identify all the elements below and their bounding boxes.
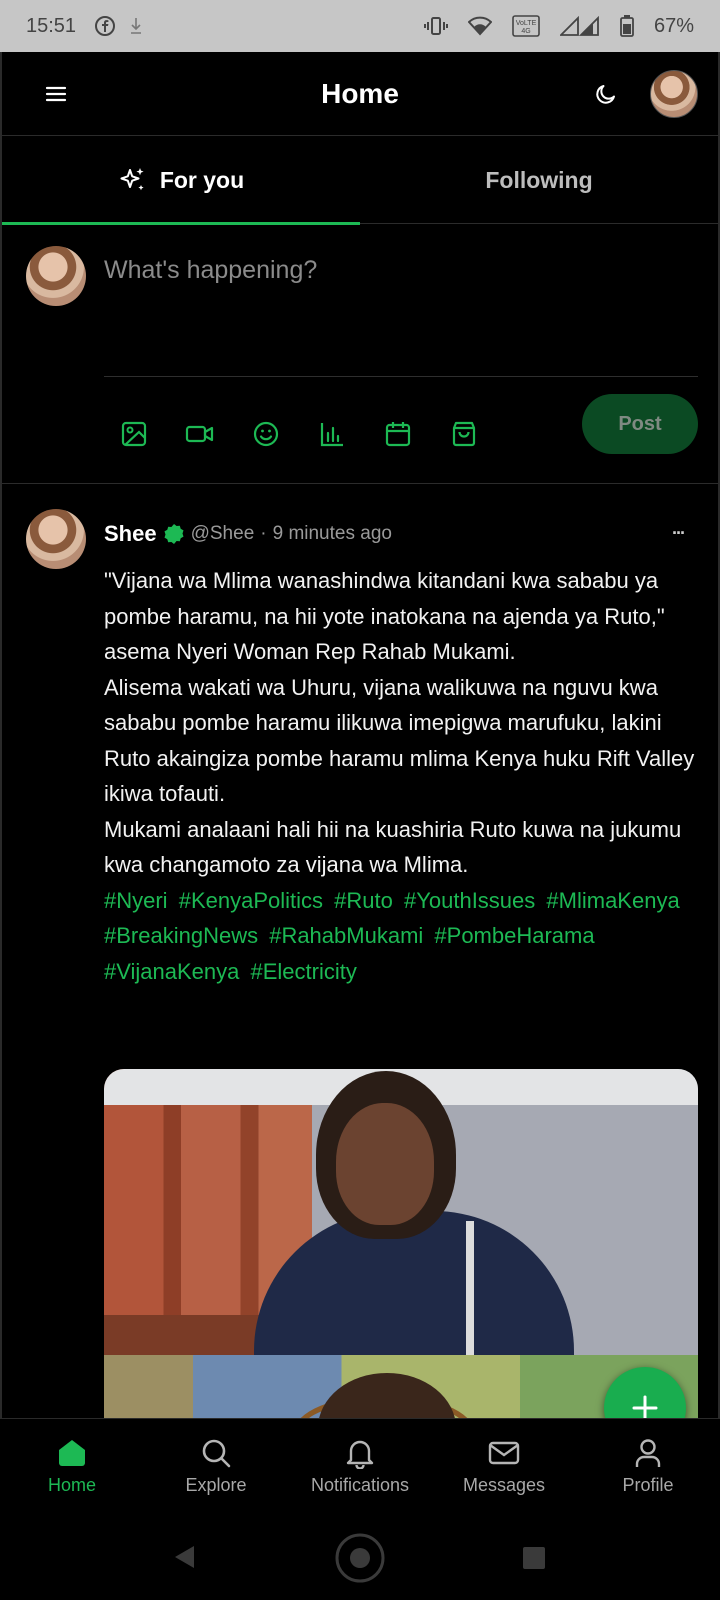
- more-icon: ···: [672, 522, 686, 543]
- hashtag-link[interactable]: #VijanaKenya: [104, 959, 239, 984]
- home-icon: [56, 1435, 88, 1471]
- poll-icon: [320, 423, 343, 447]
- video-button[interactable]: [180, 414, 220, 454]
- post-paragraph: Alisema wakati wa Uhuru, vijana walikuwa…: [104, 674, 695, 807]
- system-recents-button[interactable]: [522, 1546, 546, 1570]
- hashtag-link[interactable]: #KenyaPolitics: [179, 888, 323, 913]
- nav-home-label: Home: [47, 1475, 96, 1495]
- hashtag-link[interactable]: #RahabMukami: [269, 923, 423, 948]
- mail-icon: [487, 1435, 521, 1471]
- hashtag-link[interactable]: #Ruto: [334, 888, 393, 913]
- search-icon: [200, 1435, 232, 1471]
- vibrate-icon: [423, 16, 448, 36]
- theme-toggle-button[interactable]: [590, 78, 622, 110]
- post-composer: Post: [2, 224, 718, 484]
- image-icon: [121, 421, 147, 447]
- post-media[interactable]: [104, 1069, 698, 1418]
- post-meta-separator: ·: [260, 523, 267, 544]
- system-home-button[interactable]: [334, 1532, 386, 1584]
- video-icon: [185, 425, 214, 443]
- wifi-icon: [467, 16, 492, 36]
- nav-messages[interactable]: Messages: [432, 1419, 576, 1516]
- recents-square-icon: [523, 1547, 545, 1569]
- hashtag-link[interactable]: #PombeHarama: [434, 923, 594, 948]
- hashtag-link[interactable]: #YouthIssues: [404, 888, 535, 913]
- svg-text:VoLTE: VoLTE: [516, 20, 537, 27]
- tab-following[interactable]: Following: [360, 136, 718, 224]
- nav-explore[interactable]: Explore: [144, 1419, 288, 1516]
- poll-button[interactable]: [312, 414, 352, 454]
- top-header: Home: [2, 52, 718, 136]
- battery-icon: [620, 15, 634, 37]
- post-photo-woman[interactable]: [104, 1069, 698, 1371]
- emoji-button[interactable]: [246, 414, 286, 454]
- nav-profile-label: Profile: [622, 1475, 674, 1495]
- nav-messages-label: Messages: [462, 1475, 546, 1495]
- hashtag-link[interactable]: #MlimaKenya: [546, 888, 679, 913]
- download-icon: [128, 15, 144, 37]
- status-bar: 15:51 VoLTE 4G 67%: [0, 0, 720, 52]
- nav-profile[interactable]: Profile: [576, 1419, 720, 1516]
- system-back-button[interactable]: [172, 1544, 196, 1570]
- nav-home[interactable]: Home: [0, 1419, 144, 1516]
- post-body: "Vijana wa Mlima wanashindwa kitandani k…: [104, 563, 704, 989]
- nav-notifications-label: Notifications: [310, 1475, 410, 1495]
- feed-tabs: For you Following: [2, 136, 718, 225]
- battery-percent: 67%: [653, 14, 694, 37]
- compose-input[interactable]: [104, 250, 684, 290]
- back-triangle-icon: [175, 1546, 194, 1568]
- bottom-navigation: Home Explore Notifications Messages Prof…: [0, 1418, 720, 1516]
- hashtag-link[interactable]: #BreakingNews: [104, 923, 258, 948]
- shopping-bag-icon: [452, 421, 476, 447]
- tab-for-you-label: For you: [159, 166, 245, 193]
- post-author-handle[interactable]: @Shee: [191, 523, 255, 545]
- post-hashtags: #Nyeri #KenyaPolitics #Ruto #YouthIssues…: [104, 883, 704, 990]
- composer-divider: [104, 376, 698, 377]
- image-button[interactable]: [114, 414, 154, 454]
- schedule-button[interactable]: [378, 414, 418, 454]
- post-button[interactable]: Post: [582, 394, 698, 454]
- calendar-icon: [385, 422, 411, 447]
- tab-following-label: Following: [485, 166, 593, 193]
- emoji-icon: [253, 421, 279, 447]
- menu-button[interactable]: [40, 78, 72, 110]
- facebook-icon: [94, 15, 116, 37]
- volte-icon: VoLTE 4G: [512, 15, 540, 37]
- app-frame: Home For you Following What's happening?…: [0, 52, 720, 1418]
- home-circle-icon: [335, 1533, 385, 1583]
- composer-toolbar: [114, 414, 484, 454]
- menu-icon: [45, 86, 67, 102]
- user-avatar[interactable]: [650, 70, 698, 118]
- post-paragraph: "Vijana wa Mlima wanashindwa kitandani k…: [104, 568, 665, 664]
- verified-badge-icon: [163, 523, 185, 545]
- plus-icon: [632, 1395, 658, 1418]
- bell-icon: [344, 1435, 376, 1471]
- feed-post: Shee @Shee · 9 minutes ago ··· "Vijana w…: [2, 485, 718, 1418]
- hashtag-link[interactable]: #Electricity: [251, 959, 357, 984]
- user-icon: [632, 1435, 664, 1471]
- sparkles-icon: [118, 165, 148, 195]
- tab-for-you[interactable]: For you: [2, 136, 360, 225]
- post-author-avatar[interactable]: [26, 509, 86, 569]
- signal-icon: [559, 16, 600, 36]
- nav-notifications[interactable]: Notifications: [288, 1419, 432, 1516]
- shop-button[interactable]: [444, 414, 484, 454]
- status-time: 15:51: [26, 14, 77, 37]
- post-paragraph: Mukami analaani hali hii na kuashiria Ru…: [104, 816, 682, 878]
- svg-text:4G: 4G: [521, 28, 530, 35]
- system-navigation-bar: [0, 1516, 720, 1600]
- post-author-name[interactable]: Shee: [104, 521, 157, 547]
- nav-explore-label: Explore: [185, 1475, 247, 1495]
- composer-avatar: [26, 246, 86, 306]
- post-timestamp: 9 minutes ago: [272, 523, 392, 544]
- hashtag-link[interactable]: #Nyeri: [104, 888, 168, 913]
- more-options-button[interactable]: ···: [662, 521, 694, 545]
- moon-icon: [596, 85, 615, 104]
- post-header: Shee @Shee · 9 minutes ago: [104, 521, 392, 547]
